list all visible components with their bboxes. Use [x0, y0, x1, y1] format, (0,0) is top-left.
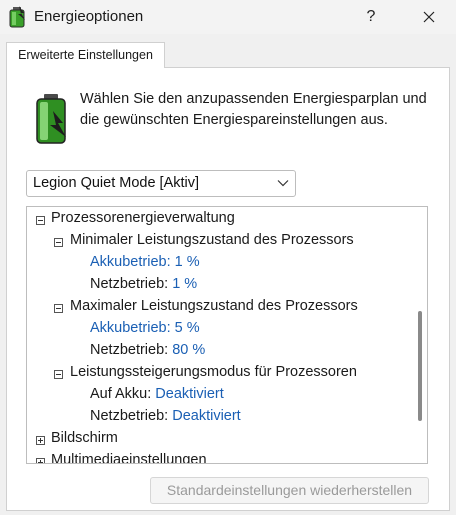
min-ac-label: Netzbetrieb:	[90, 276, 169, 292]
boost-battery-value[interactable]: Deaktiviert	[155, 386, 224, 402]
collapse-icon[interactable]	[54, 304, 63, 313]
tree-item-min-state[interactable]: Minimaler Leistungszustand des Prozessor…	[70, 232, 354, 248]
min-battery-value[interactable]: 1 %	[175, 254, 200, 270]
close-icon[interactable]	[414, 4, 444, 30]
tree-group-processor[interactable]: Prozessorenergieverwaltung	[51, 210, 235, 226]
help-button[interactable]: ?	[358, 4, 384, 30]
max-state-ac[interactable]: Netzbetrieb: 80 %	[90, 342, 205, 358]
boost-ac[interactable]: Netzbetrieb: Deaktiviert	[90, 408, 241, 424]
tree-group-multimedia[interactable]: Multimediaeinstellungen	[51, 452, 207, 463]
max-battery-value[interactable]: 5 %	[175, 320, 200, 336]
tree-scrollbar[interactable]	[413, 209, 427, 461]
settings-tree[interactable]: Prozessorenergieverwaltung Minimaler Lei…	[26, 206, 428, 464]
tree-item-boost-mode[interactable]: Leistungssteigerungsmodus für Prozessore…	[70, 364, 357, 380]
intro-text: Wählen Sie den anzupassenden Energiespar…	[80, 89, 440, 131]
max-ac-label: Netzbetrieb:	[90, 342, 169, 358]
boost-battery-label: Auf Akku:	[90, 386, 152, 402]
restore-defaults-button[interactable]: Standardeinstellungen wiederherstellen	[150, 477, 429, 504]
boost-ac-value[interactable]: Deaktiviert	[172, 408, 241, 424]
max-ac-value[interactable]: 80 %	[172, 342, 205, 358]
boost-ac-label: Netzbetrieb:	[90, 408, 169, 424]
max-state-battery[interactable]: Akkubetrieb: 5 %	[90, 320, 200, 336]
chevron-down-icon	[277, 180, 289, 187]
min-ac-value[interactable]: 1 %	[172, 276, 197, 292]
power-plan-select[interactable]: Legion Quiet Mode [Aktiv]	[26, 170, 296, 197]
battery-app-icon	[9, 6, 25, 28]
intro-line-1: Wählen Sie den anzupassenden Energiespar…	[80, 91, 427, 107]
collapse-icon[interactable]	[54, 370, 63, 379]
intro-line-2: die gewünschten Energiespareinstellungen…	[80, 112, 388, 128]
expand-icon[interactable]	[36, 436, 45, 445]
tree-item-max-state[interactable]: Maximaler Leistungszustand des Prozessor…	[70, 298, 358, 314]
collapse-icon[interactable]	[36, 216, 45, 225]
title-bar: Energieoptionen ?	[0, 0, 456, 34]
min-state-battery[interactable]: Akkubetrieb: 1 %	[90, 254, 200, 270]
window-title: Energieoptionen	[34, 8, 144, 25]
expand-icon[interactable]	[36, 458, 45, 463]
min-state-ac[interactable]: Netzbetrieb: 1 %	[90, 276, 197, 292]
power-plan-value: Legion Quiet Mode [Aktiv]	[33, 175, 200, 191]
tree-group-display[interactable]: Bildschirm	[51, 430, 118, 446]
tab-advanced-settings[interactable]: Erweiterte Einstellungen	[6, 42, 165, 68]
boost-battery[interactable]: Auf Akku: Deaktiviert	[90, 386, 224, 402]
battery-plan-icon	[36, 94, 66, 144]
min-battery-label: Akkubetrieb:	[90, 254, 171, 270]
collapse-icon[interactable]	[54, 238, 63, 247]
max-battery-label: Akkubetrieb:	[90, 320, 171, 336]
scrollbar-thumb[interactable]	[418, 311, 422, 421]
